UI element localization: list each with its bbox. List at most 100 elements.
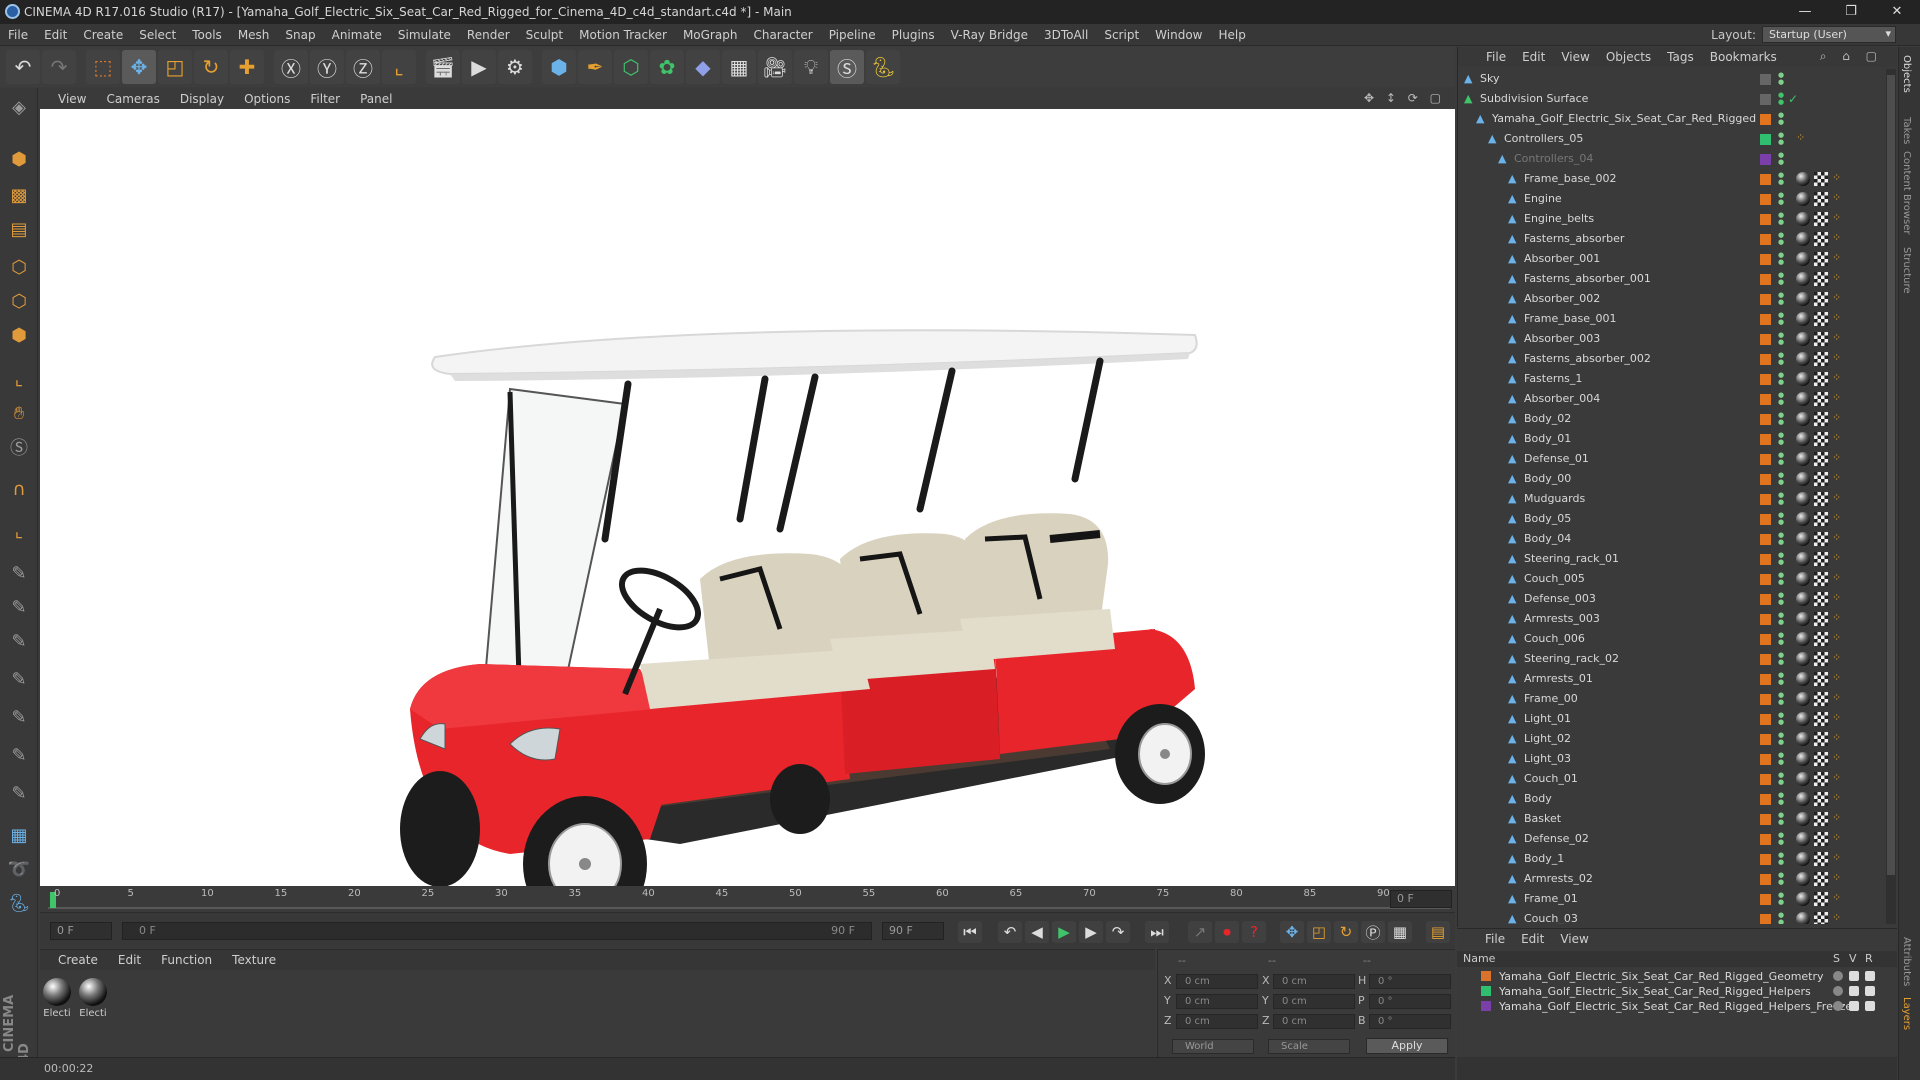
object-tree-row[interactable]: ▲ Absorber_002 ● ● ⁘ (1458, 289, 1883, 309)
recent-tool-button[interactable]: ✚ (230, 50, 264, 84)
menu-edit[interactable]: Edit (36, 28, 75, 42)
uvw-tag-icon[interactable] (1814, 212, 1828, 226)
menu-help[interactable]: Help (1210, 28, 1253, 42)
layer-solo-toggle[interactable] (1833, 986, 1843, 996)
selection-tag-icon[interactable]: ⁘ (1832, 271, 1844, 285)
object-tree-row[interactable]: ▲ Defense_01 ● ● ⁘ (1458, 449, 1883, 469)
visibility-dots-icon[interactable]: ● ● (1778, 392, 1784, 406)
material-tag-icon[interactable] (1796, 652, 1810, 666)
selection-tag-icon[interactable]: ⁘ (1832, 471, 1844, 485)
visibility-dots-icon[interactable]: ● ● (1778, 912, 1784, 925)
visibility-dots-icon[interactable]: ● ● (1778, 492, 1784, 506)
layer-color-swatch[interactable] (1760, 314, 1771, 325)
uvw-tag-icon[interactable] (1814, 712, 1828, 726)
visibility-dots-icon[interactable]: ● ● (1778, 172, 1784, 186)
visibility-dots-icon[interactable]: ● ● (1778, 232, 1784, 246)
grid-lock-button[interactable]: ▦ (4, 820, 34, 850)
layer-color-swatch[interactable] (1760, 334, 1771, 345)
end-frame-field[interactable]: 90 F (882, 922, 944, 940)
object-tree-row[interactable]: ▲ Body_00 ● ● ⁘ (1458, 469, 1883, 489)
visibility-dots-icon[interactable]: ● ● (1778, 592, 1784, 606)
layer-color-swatch[interactable] (1760, 914, 1771, 924)
visibility-dots-icon[interactable]: ● ● (1778, 532, 1784, 546)
selection-tag-icon[interactable]: ⁘ (1832, 851, 1844, 865)
layer-color-swatch[interactable] (1481, 986, 1491, 996)
uvw-tag-icon[interactable] (1814, 812, 1828, 826)
object-tree-row[interactable]: ▲ Fasterns_absorber ● ● ⁘ (1458, 229, 1883, 249)
timeline-window-button[interactable]: ▤ (1426, 921, 1450, 943)
selection-tag-icon[interactable]: ⁘ (1832, 891, 1844, 905)
layer-color-swatch[interactable] (1760, 674, 1771, 685)
material-tag-icon[interactable] (1796, 372, 1810, 386)
material-tag-icon[interactable] (1796, 852, 1810, 866)
record-button[interactable]: ⏺ (1215, 921, 1239, 943)
menu-motion-tracker[interactable]: Motion Tracker (571, 28, 675, 42)
rot-h-field[interactable]: 0 ° (1369, 974, 1451, 989)
uvw-tag-icon[interactable] (1814, 492, 1828, 506)
layer-color-swatch[interactable] (1760, 494, 1771, 505)
brush-tool-button[interactable]: ✎ (4, 558, 34, 588)
selection-tag-icon[interactable]: ⁘ (1832, 811, 1844, 825)
menu-pipeline[interactable]: Pipeline (821, 28, 884, 42)
selection-tag-icon[interactable]: ⁘ (1832, 771, 1844, 785)
material-tag-icon[interactable] (1796, 772, 1810, 786)
selection-tag-icon[interactable]: ⁘ (1832, 431, 1844, 445)
minimize-button[interactable]: — (1782, 0, 1828, 24)
uvw-tag-icon[interactable] (1814, 232, 1828, 246)
menu-character[interactable]: Character (745, 28, 820, 42)
render-picture-viewer-button[interactable]: ▶ (462, 50, 496, 84)
visibility-dots-icon[interactable]: ● ● (1778, 612, 1784, 626)
apply-button[interactable]: Apply (1366, 1038, 1448, 1054)
layer-color-swatch[interactable] (1760, 394, 1771, 405)
object-tree-row[interactable]: ▲ Body_04 ● ● ⁘ (1458, 529, 1883, 549)
visibility-dots-icon[interactable]: ● ● (1778, 312, 1784, 326)
menu-sculpt[interactable]: Sculpt (518, 28, 571, 42)
goto-start-button[interactable]: ⏮ (958, 921, 982, 943)
layer-color-swatch[interactable] (1481, 971, 1491, 981)
next-frame-button[interactable]: ▶ (1079, 921, 1103, 943)
material-tag-icon[interactable] (1796, 552, 1810, 566)
object-tree-row[interactable]: ▲ Frame_base_001 ● ● ⁘ (1458, 309, 1883, 329)
workplane-button[interactable]: ▤ (4, 214, 34, 244)
visibility-dots-icon[interactable]: ● ● (1778, 732, 1784, 746)
selection-tag-icon[interactable]: ⁘ (1832, 591, 1844, 605)
material-menu-function[interactable]: Function (151, 953, 222, 967)
material-tag-icon[interactable] (1796, 832, 1810, 846)
python-button[interactable]: 🐍︎ (866, 50, 900, 84)
object-tree-row[interactable]: ▲ Controllers_04 ● ● (1458, 149, 1883, 169)
render-settings-button[interactable]: ⚙ (498, 50, 532, 84)
brush-c-button[interactable]: ✎ (4, 778, 34, 808)
preview-range-slider[interactable]: 0 F 90 F (122, 922, 872, 940)
selection-tag-icon[interactable]: ⁘ (1832, 671, 1844, 685)
uvw-tag-icon[interactable] (1814, 692, 1828, 706)
object-tree-row[interactable]: ▲ Armrests_003 ● ● ⁘ (1458, 609, 1883, 629)
layer-color-swatch[interactable] (1760, 754, 1771, 765)
uvw-tag-icon[interactable] (1814, 872, 1828, 886)
uvw-tag-icon[interactable] (1814, 572, 1828, 586)
layer-color-swatch[interactable] (1760, 114, 1771, 125)
rot-p-field[interactable]: 0 ° (1369, 994, 1451, 1009)
pos-x-field[interactable]: 0 cm (1176, 974, 1258, 989)
menu-file[interactable]: File (0, 28, 36, 42)
layout-dropdown[interactable]: Startup (User) (1762, 26, 1896, 43)
tweak-mode-button[interactable]: ✋︎ (4, 398, 34, 428)
material-tag-icon[interactable] (1796, 572, 1810, 586)
viewport-menu-cameras[interactable]: Cameras (96, 92, 169, 106)
material-tag-icon[interactable] (1796, 332, 1810, 346)
z-axis-button[interactable]: Ⓩ (346, 50, 380, 84)
size-mode-dropdown[interactable]: Scale (1268, 1039, 1350, 1054)
menu-mesh[interactable]: Mesh (230, 28, 278, 42)
prev-key-button[interactable]: ↶ (998, 921, 1022, 943)
size-y-field[interactable]: 0 cm (1273, 994, 1355, 1009)
object-tree-row[interactable]: ▲ Couch_006 ● ● ⁘ (1458, 629, 1883, 649)
object-tree-row[interactable]: ▲ Frame_00 ● ● ⁘ (1458, 689, 1883, 709)
menu-create[interactable]: Create (75, 28, 131, 42)
visibility-dots-icon[interactable]: ● ● (1778, 212, 1784, 226)
uvw-tag-icon[interactable] (1814, 252, 1828, 266)
object-tree-row[interactable]: ▲ Light_03 ● ● ⁘ (1458, 749, 1883, 769)
visibility-dots-icon[interactable]: ● ● (1778, 772, 1784, 786)
layer-visible-toggle[interactable] (1849, 1001, 1859, 1011)
material-tag-icon[interactable] (1796, 472, 1810, 486)
material-tag-icon[interactable] (1796, 272, 1810, 286)
material-tag-icon[interactable] (1796, 912, 1810, 924)
